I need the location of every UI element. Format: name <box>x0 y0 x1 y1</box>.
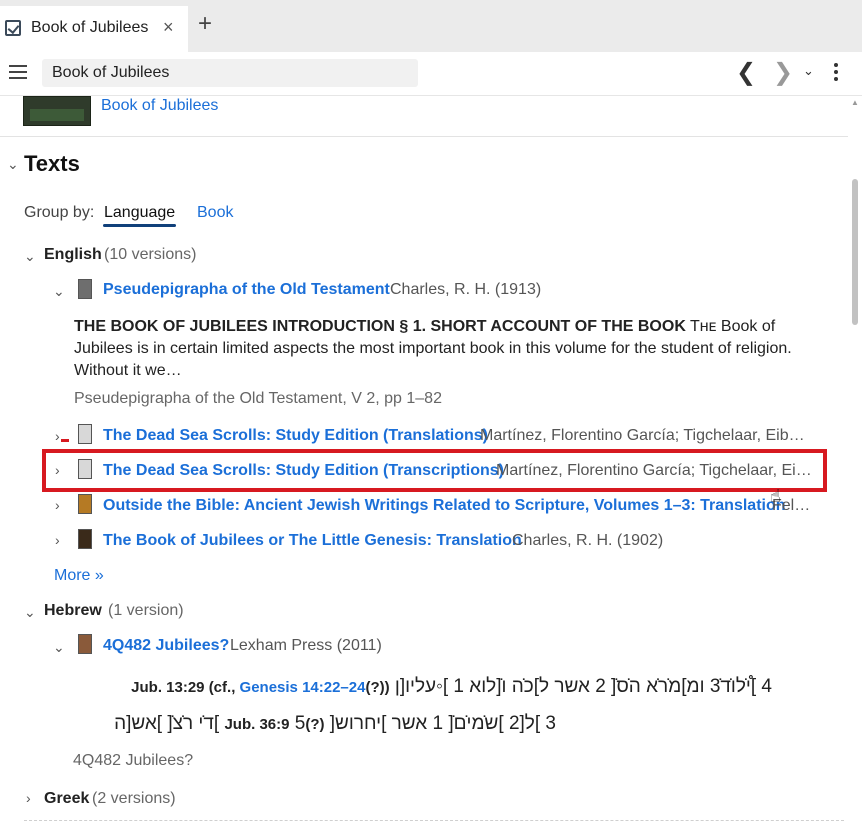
forward-icon[interactable]: ❯ <box>773 58 793 87</box>
chevron-down-icon[interactable]: ⌄ <box>53 639 65 656</box>
tab-book-of-jubilees[interactable]: Book of Jubilees × <box>0 6 188 52</box>
book-cover-icon <box>78 494 92 514</box>
chevron-down-icon[interactable]: ⌄ <box>24 248 36 265</box>
active-tab-underline <box>103 224 176 227</box>
back-icon[interactable]: ❮ <box>736 58 756 87</box>
more-link[interactable]: More » <box>54 567 104 585</box>
close-icon[interactable]: × <box>163 17 174 38</box>
add-tab-icon[interactable]: + <box>198 12 212 36</box>
checkbox-book-icon <box>5 20 21 36</box>
verse-ref: (?)) <box>365 679 390 696</box>
chevron-right-icon[interactable]: › <box>55 462 60 478</box>
book-meta: Martínez, Florentino García; Tigchelaar,… <box>496 462 812 479</box>
content-panel: Book of Jubilees ⌄ Texts Group by: Langu… <box>0 96 848 827</box>
red-marker <box>61 439 69 442</box>
chevron-right-icon[interactable]: › <box>55 497 60 513</box>
book-meta: Charles, R. H. (1902) <box>512 532 664 549</box>
encyclopedia-link[interactable]: Book of Jubilees <box>101 97 218 115</box>
group-by-book[interactable]: Book <box>197 204 233 222</box>
book-meta: Martínez, Florentino García; Tigchelaar,… <box>480 427 805 444</box>
snippet-citation[interactable]: Pseudepigrapha of the Old Testament, V 2… <box>74 390 442 408</box>
divider <box>0 136 848 137</box>
chevron-down-icon[interactable]: ⌄ <box>53 283 65 300</box>
language-count: (2 versions) <box>92 790 176 807</box>
scroll-thumb[interactable] <box>852 179 858 325</box>
chevron-down-icon[interactable]: ⌄ <box>7 156 19 173</box>
language-count: (1 version) <box>108 602 184 619</box>
book-link[interactable]: The Book of Jubilees or The Little Genes… <box>103 532 522 550</box>
section-title-texts: Texts <box>24 151 80 176</box>
book-link[interactable]: 4Q482 Jubilees? <box>103 637 229 655</box>
scroll-up-icon[interactable]: ▲ <box>851 98 859 107</box>
book-link[interactable]: Outside the Bible: Ancient Jewish Writin… <box>103 497 786 515</box>
verse-ref: Jub. 13:29 (cf., <box>131 679 240 696</box>
scrollbar[interactable]: ▲ <box>848 96 862 827</box>
more-options-icon[interactable] <box>834 63 840 84</box>
language-english[interactable]: English <box>44 246 102 264</box>
hebrew-text-line[interactable]: 3 ]ל[2 ]ש̇מי̇ם̇[ 1 אשר ]יחרוש[ (?)Jub. 3… <box>114 713 556 735</box>
book-cover-icon <box>78 279 92 299</box>
chevron-right-icon[interactable]: › <box>55 532 60 548</box>
hebrew-text: 4 ]֯י̇לו̇ד̇3 ומ]מ̇ר̇א ה̇ס̇[ 2 אשר ל]כ̇ה … <box>389 676 772 697</box>
hebrew-text: 3 ]ל[2 ]ש̇מי̇ם̇[ 1 אשר ]יחרוש[ <box>324 713 556 734</box>
chevron-right-icon[interactable]: › <box>26 790 31 806</box>
book-link[interactable]: Pseudepigrapha of the Old Testament <box>103 281 390 299</box>
chevron-down-icon[interactable]: ⌄ <box>24 604 36 621</box>
search-input[interactable]: Book of Jubilees <box>42 59 418 87</box>
group-by-language[interactable]: Language <box>104 204 175 222</box>
book-cover-icon <box>78 529 92 549</box>
hebrew-citation[interactable]: 4Q482 Jubilees? <box>73 752 193 770</box>
group-by-label: Group by: <box>24 204 95 221</box>
history-dropdown-icon[interactable]: ⌄ <box>803 63 814 79</box>
book-meta: Lexham Press (2011) <box>230 637 382 654</box>
encyclopedia-thumbnail[interactable] <box>23 96 91 126</box>
book-link[interactable]: The Dead Sea Scrolls: Study Edition (Tra… <box>103 462 504 480</box>
tab-bar: Book of Jubilees × + <box>0 0 862 52</box>
book-cover-icon <box>78 634 92 654</box>
menu-icon[interactable] <box>9 65 27 79</box>
book-cover-icon <box>78 424 92 444</box>
book-cover-icon <box>78 459 92 479</box>
language-hebrew[interactable]: Hebrew <box>44 602 102 620</box>
hebrew-text-line[interactable]: 4 ]֯י̇לו̇ד̇3 ומ]מ̇ר̇א ה̇ס̇[ 2 אשר ל]כ̇ה … <box>131 676 772 698</box>
language-count: (10 versions) <box>104 246 197 263</box>
language-greek[interactable]: Greek <box>44 790 89 808</box>
search-result-snippet[interactable]: THE BOOK OF JUBILEES INTRODUCTION § 1. S… <box>74 316 814 382</box>
hand-cursor-icon: ☝ <box>770 486 781 506</box>
chevron-right-icon[interactable]: › <box>55 428 60 444</box>
tab-title: Book of Jubilees <box>31 19 149 36</box>
toolbar: Book of Jubilees ❮ ❯ ⌄ <box>0 52 862 96</box>
divider <box>24 820 844 821</box>
book-meta: Charles, R. H. (1913) <box>390 281 542 298</box>
genesis-ref-link[interactable]: Genesis 14:22–24 <box>240 679 366 696</box>
snippet-heading: THE BOOK OF JUBILEES INTRODUCTION § 1. S… <box>74 318 686 335</box>
verse-ref: (?)Jub. 36:9 <box>224 716 325 733</box>
book-link[interactable]: The Dead Sea Scrolls: Study Edition (Tra… <box>103 427 488 445</box>
